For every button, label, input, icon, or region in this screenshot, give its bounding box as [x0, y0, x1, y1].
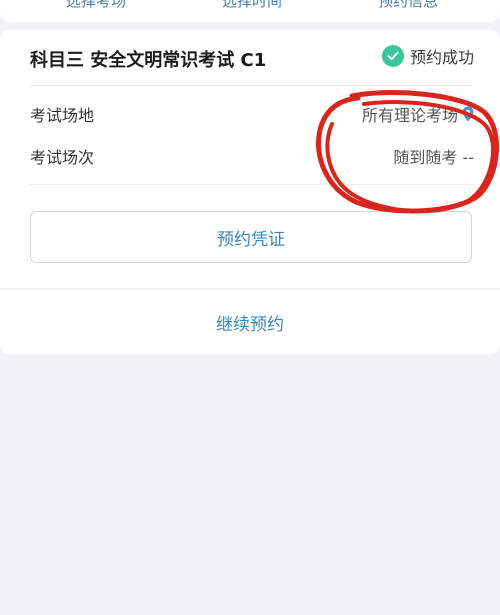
- status-badge: 预约成功: [381, 44, 474, 68]
- location-pin-icon[interactable]: [462, 106, 474, 122]
- step-select-venue[interactable]: 选择考场: [66, 0, 126, 11]
- status-text: 预约成功: [409, 48, 474, 67]
- exam-session-label: 考试场次: [30, 148, 95, 167]
- step-booking-info[interactable]: 预约信息: [378, 0, 438, 11]
- exam-venue-value[interactable]: 所有理论考场: [362, 102, 474, 126]
- page: 选择考场 选择时间 预约信息 科目三 安全文明常识考试 C1 预约成功 考试场地…: [0, 0, 500, 615]
- step-bar: 选择考场 选择时间 预约信息: [0, 0, 500, 22]
- booking-card: 科目三 安全文明常识考试 C1 预约成功 考试场地 所有理论考场 考试场次 随到…: [0, 30, 500, 288]
- step-select-time[interactable]: 选择时间: [222, 0, 282, 11]
- booking-voucher-button[interactable]: 预约凭证: [30, 211, 472, 263]
- continue-booking-button[interactable]: 继续预约: [0, 290, 500, 354]
- check-circle-icon: [381, 45, 404, 67]
- exam-session-value: 随到随考 --: [393, 148, 474, 167]
- divider: [30, 85, 472, 86]
- exam-venue-text: 所有理论考场: [361, 106, 458, 125]
- exam-session-row: 考试场次 随到随考 --: [30, 144, 474, 168]
- exam-title: 科目三 安全文明常识考试 C1: [30, 50, 267, 71]
- divider: [30, 184, 472, 185]
- exam-venue-row: 考试场地 所有理论考场: [30, 102, 474, 126]
- exam-venue-label: 考试场地: [30, 106, 95, 125]
